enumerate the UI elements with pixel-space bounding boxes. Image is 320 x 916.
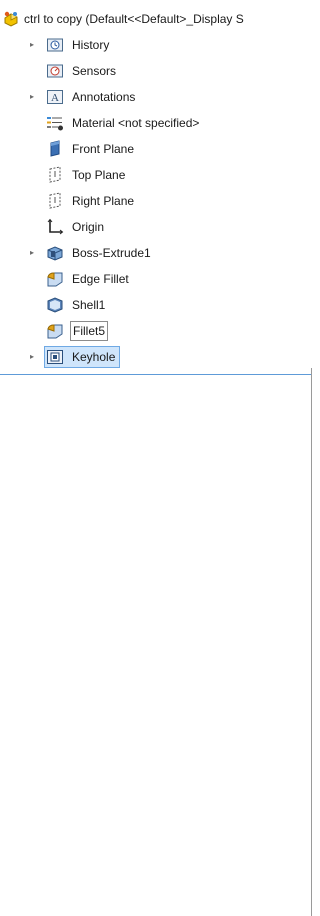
tree-item-right-plane[interactable]: Right Plane xyxy=(0,188,312,214)
rollback-bar[interactable] xyxy=(0,374,312,375)
origin-icon xyxy=(46,218,64,236)
tree-root-part[interactable]: ctrl to copy (Default<<Default>_Display … xyxy=(0,6,312,32)
fillet-icon xyxy=(46,270,64,288)
tree-item-front-plane[interactable]: Front Plane xyxy=(0,136,312,162)
tree-item-history[interactable]: ▸ History xyxy=(0,32,312,58)
svg-text:A: A xyxy=(51,92,59,104)
tree-item-label: Material <not specified> xyxy=(72,116,200,130)
history-icon xyxy=(46,36,64,54)
boss-extrude-icon xyxy=(46,244,64,262)
expand-arrow-icon[interactable]: ▸ xyxy=(28,84,36,110)
tree-item-origin[interactable]: Origin xyxy=(0,214,312,240)
tree-item-label: Edge Fillet xyxy=(72,272,129,286)
shell-icon xyxy=(46,296,64,314)
fillet-icon xyxy=(46,322,64,340)
tree-item-shell1[interactable]: Shell1 xyxy=(0,292,312,318)
tree-item-fillet5[interactable]: Fillet5 xyxy=(0,318,312,344)
tree-item-annotations[interactable]: ▸ A Annotations xyxy=(0,84,312,110)
feature-manager-tree-panel: ctrl to copy (Default<<Default>_Display … xyxy=(0,0,312,916)
tree-item-material[interactable]: Material <not specified> xyxy=(0,110,312,136)
right-plane-icon xyxy=(46,192,64,210)
annotations-icon: A xyxy=(46,88,64,106)
sensors-icon xyxy=(46,62,64,80)
tree-root-label: ctrl to copy (Default<<Default>_Display … xyxy=(24,12,244,26)
tree-item-label: Right Plane xyxy=(72,194,135,208)
top-plane-icon xyxy=(46,166,64,184)
tree-item-label: Annotations xyxy=(72,90,136,104)
tree-item-label: Fillet5 xyxy=(70,321,109,341)
tree-item-boss-extrude1[interactable]: ▸ Boss-Extrude1 xyxy=(0,240,312,266)
tree-item-edge-fillet[interactable]: Edge Fillet xyxy=(0,266,312,292)
tree-item-label: Front Plane xyxy=(72,142,135,156)
tree-item-top-plane[interactable]: Top Plane xyxy=(0,162,312,188)
tree-item-keyhole[interactable]: ▸ Keyhole xyxy=(0,344,312,370)
tree-item-label: Keyhole xyxy=(72,350,116,364)
tree-item-label: Shell1 xyxy=(72,298,106,312)
tree-item-label: Top Plane xyxy=(72,168,126,182)
part-icon xyxy=(2,10,20,28)
material-icon xyxy=(46,114,64,132)
expand-arrow-icon[interactable]: ▸ xyxy=(28,344,36,370)
tree-item-label: Sensors xyxy=(72,64,117,78)
tree-item-label: History xyxy=(72,38,110,52)
tree-item-label: Origin xyxy=(72,220,105,234)
front-plane-icon xyxy=(46,140,64,158)
keyhole-icon xyxy=(46,348,64,366)
tree-item-label: Boss-Extrude1 xyxy=(72,246,151,260)
tree-item-sensors[interactable]: Sensors xyxy=(0,58,312,84)
expand-arrow-icon[interactable]: ▸ xyxy=(28,32,36,58)
feature-tree: ctrl to copy (Default<<Default>_Display … xyxy=(0,6,312,370)
expand-arrow-icon[interactable]: ▸ xyxy=(28,240,36,266)
panel-divider[interactable] xyxy=(311,368,312,916)
